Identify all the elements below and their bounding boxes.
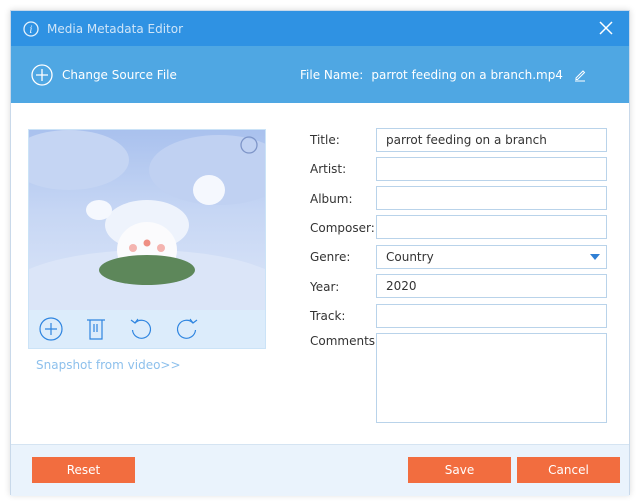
trash-icon[interactable] [85,317,107,341]
comments-label: Comments: [310,334,380,348]
rotate-right-icon[interactable] [175,317,199,341]
composer-input[interactable] [376,215,607,239]
sub-header: Change Source File File Name: parrot fee… [11,46,629,103]
genre-select[interactable]: Country [376,245,607,269]
reset-button[interactable]: Reset [32,457,135,483]
artist-input[interactable] [376,157,607,181]
add-icon[interactable] [39,317,63,341]
cover-image [29,130,265,310]
window-title: Media Metadata Editor [47,21,184,36]
composer-label: Composer: [310,221,375,235]
comments-textarea[interactable] [376,333,607,423]
change-source-file-button[interactable]: Change Source File [31,64,177,86]
artist-label: Artist: [310,162,347,176]
track-label: Track: [310,309,346,323]
save-button[interactable]: Save [408,457,511,483]
album-label: Album: [310,192,353,206]
close-icon[interactable] [597,19,615,37]
cover-art-panel [28,129,266,349]
file-name-label: File Name: [300,68,364,82]
rotate-left-icon[interactable] [129,317,153,341]
info-icon: i [23,20,39,37]
add-circle-icon [31,64,53,86]
svg-text:i: i [29,25,32,36]
title-input[interactable]: parrot feeding on a branch [376,128,607,152]
snapshot-from-video-link[interactable]: Snapshot from video>> [36,358,181,372]
footer: Reset Save Cancel [11,444,629,496]
title-bar: i Media Metadata Editor [11,11,629,46]
cover-toolbar [29,310,265,348]
file-name: File Name: parrot feeding on a branch.mp… [300,68,587,82]
year-input[interactable]: 2020 [376,274,607,298]
track-input[interactable] [376,304,607,328]
change-source-label: Change Source File [62,68,177,82]
album-input[interactable] [376,186,607,210]
genre-value: Country [386,250,434,264]
metadata-editor-dialog: i Media Metadata Editor Change Source Fi… [10,10,630,496]
title-label: Title: [310,133,340,147]
year-label: Year: [310,280,340,294]
genre-label: Genre: [310,250,351,264]
file-name-value: parrot feeding on a branch.mp4 [371,68,563,82]
cancel-button[interactable]: Cancel [517,457,620,483]
pencil-icon[interactable] [573,68,587,82]
